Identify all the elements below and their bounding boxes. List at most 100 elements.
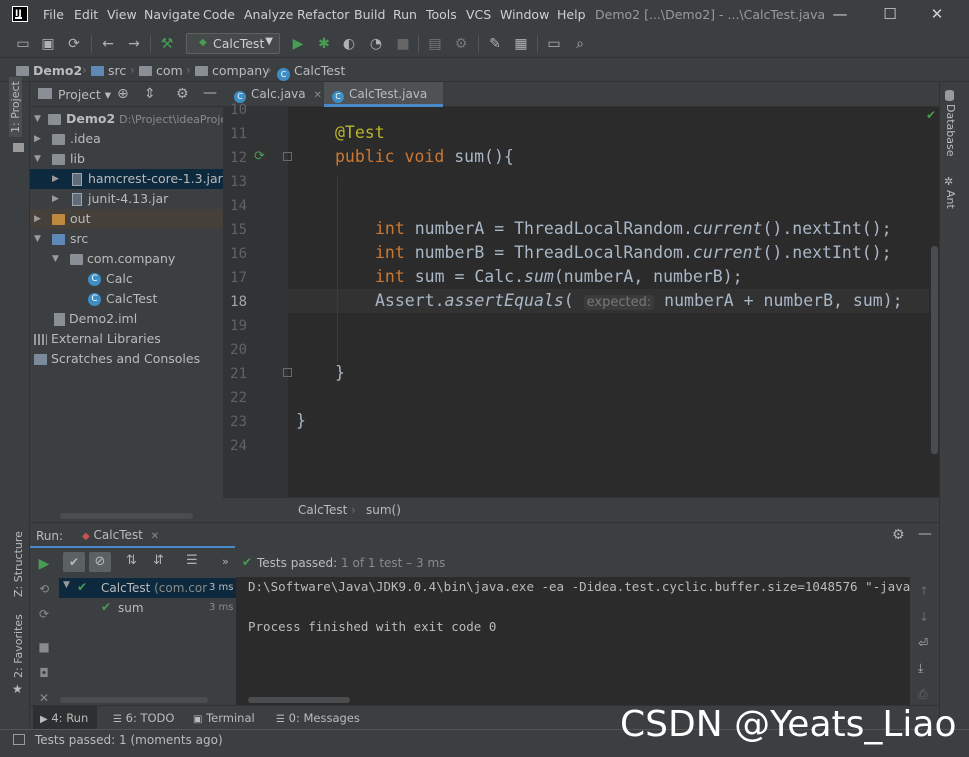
menu-tools[interactable]: Tools: [426, 7, 457, 22]
menu-code[interactable]: Code: [203, 7, 235, 22]
editor-crumb-method[interactable]: sum(): [366, 503, 401, 517]
tool-tab-ant[interactable]: Ant: [944, 190, 957, 209]
menu-navigate[interactable]: Navigate: [144, 7, 200, 22]
gear-icon[interactable]: ⚙: [176, 86, 189, 102]
collapse-all-icon[interactable]: ⇕: [144, 86, 156, 102]
console-output[interactable]: [236, 577, 910, 705]
profile-icon[interactable]: ◔: [366, 34, 386, 54]
rerun-failed-icon[interactable]: ⟲: [36, 582, 52, 598]
forward-icon[interactable]: →: [124, 34, 144, 54]
project-structure-icon[interactable]: ▦: [511, 34, 531, 54]
hide-panel-icon[interactable]: —: [918, 526, 932, 542]
tool-tab-favorites[interactable]: 2: Favorites: [12, 614, 25, 678]
presentation-icon[interactable]: ▭: [544, 34, 564, 54]
hide-panel-icon[interactable]: —: [203, 85, 217, 101]
sort-duration-icon[interactable]: ⇵: [153, 553, 164, 568]
tree-item-calc[interactable]: C Calc: [30, 269, 223, 289]
menu-file[interactable]: File: [43, 7, 64, 22]
back-icon[interactable]: ←: [98, 34, 118, 54]
tree-item-demo2-iml[interactable]: Demo2.iml: [30, 309, 223, 329]
sort-alpha-icon[interactable]: ⇅: [126, 553, 137, 568]
sync-icon[interactable]: ⟳: [64, 34, 84, 54]
tool-tab-todo[interactable]: ☰ 6: TODO: [113, 711, 174, 725]
run-config-selector[interactable]: ◆ CalcTest ▼: [186, 33, 280, 54]
tool-tab-database[interactable]: Database: [944, 104, 957, 157]
editor-crumb-class[interactable]: CalcTest: [298, 503, 347, 517]
build-hammer-icon[interactable]: ⚒: [157, 34, 177, 54]
menu-edit[interactable]: Edit: [74, 7, 98, 22]
tool-windows-toggle-icon[interactable]: [13, 734, 25, 745]
fold-marker-icon[interactable]: [283, 152, 292, 161]
menu-build[interactable]: Build: [354, 7, 385, 22]
soft-wrap-icon[interactable]: ⏎: [918, 636, 928, 650]
tool-tab-run[interactable]: ▶ 4: Run: [40, 711, 88, 725]
tab-calctest-java[interactable]: CCalcTest.java ✕: [324, 82, 443, 125]
stop-icon[interactable]: ■: [36, 640, 52, 656]
minimize-button[interactable]: —: [825, 3, 855, 25]
breadcrumb-src[interactable]: src: [91, 63, 126, 78]
menu-help[interactable]: Help: [557, 7, 586, 22]
tree-item-com-company[interactable]: ▼ com.company: [30, 249, 223, 269]
run-test-gutter-icon[interactable]: ⟳: [254, 149, 265, 164]
console-scrollbar[interactable]: [248, 697, 350, 703]
project-scrollbar[interactable]: [60, 513, 193, 519]
tree-item-scratches[interactable]: Scratches and Consoles: [30, 349, 223, 369]
search-icon[interactable]: ⌕: [570, 34, 590, 54]
test-row-calctest[interactable]: ▼ ✔ CalcTest (com.comp 3 ms: [59, 578, 236, 598]
close-icon[interactable]: ✕: [313, 90, 321, 101]
show-ignored-toggle[interactable]: ⊘: [89, 552, 111, 572]
open-folder-icon[interactable]: ▭: [13, 34, 33, 54]
vcs-update-icon[interactable]: ▤: [425, 34, 445, 54]
gear-icon[interactable]: ⚙: [892, 527, 905, 543]
status-message[interactable]: Tests passed: 1 (moments ago): [35, 733, 223, 747]
locate-target-icon[interactable]: ⊕: [117, 86, 129, 102]
tree-item-src[interactable]: ▼ src: [30, 229, 223, 249]
tree-item-idea[interactable]: ▶ .idea: [30, 129, 223, 149]
menu-analyze[interactable]: Analyze: [244, 7, 293, 22]
show-passed-toggle[interactable]: ✔: [63, 552, 85, 572]
tool-tab-terminal[interactable]: ▣ Terminal: [193, 711, 255, 725]
vcs-commit-icon[interactable]: ⚙: [451, 34, 471, 54]
run-icon[interactable]: ▶: [288, 34, 308, 54]
toggle-autotest-icon[interactable]: ⟳: [36, 607, 52, 623]
editor-scroll-thumb[interactable]: [931, 246, 938, 454]
breadcrumb-demo2[interactable]: Demo2: [16, 63, 82, 78]
print-icon[interactable]: ⎙: [918, 687, 928, 702]
menu-view[interactable]: View: [107, 7, 137, 22]
test-row-sum[interactable]: ✔ sum 3 ms: [59, 598, 236, 618]
debug-icon[interactable]: ✱: [314, 34, 334, 54]
settings-wrench-icon[interactable]: ✎: [485, 34, 505, 54]
close-button[interactable]: ✕: [922, 3, 952, 25]
coverage-icon[interactable]: ◐: [339, 34, 359, 54]
close-icon[interactable]: ✕: [151, 531, 159, 542]
save-all-icon[interactable]: ▣: [38, 34, 58, 54]
tree-item-calctest[interactable]: C CalcTest: [30, 289, 223, 309]
tool-tab-messages[interactable]: ☰ 0: Messages: [276, 711, 360, 725]
inspection-ok-icon[interactable]: ✔: [926, 108, 936, 122]
project-view-selector[interactable]: Project ▾: [58, 87, 111, 102]
scroll-down-icon[interactable]: ↓: [919, 610, 929, 624]
scroll-up-icon[interactable]: ↑: [919, 584, 929, 598]
tree-item-lib[interactable]: ▼ lib: [30, 149, 223, 169]
menu-refactor[interactable]: Refactor: [297, 7, 349, 22]
stop-icon[interactable]: ■: [393, 34, 413, 54]
breadcrumb-calctest[interactable]: C CalcTest: [277, 63, 345, 81]
tool-tab-project[interactable]: 1: Project: [9, 77, 22, 137]
fold-marker-icon[interactable]: [283, 368, 292, 377]
tree-item-hamcrest-jar[interactable]: ▶ hamcrest-core-1.3.jar: [30, 169, 223, 189]
breadcrumb-company[interactable]: company: [195, 63, 270, 78]
menu-window[interactable]: Window: [500, 7, 549, 22]
test-tree-scrollbar[interactable]: [60, 697, 208, 703]
tree-item-external-libraries[interactable]: External Libraries: [30, 329, 223, 349]
tree-item-out[interactable]: ▶ out: [30, 209, 223, 229]
tool-tab-structure[interactable]: Z: Structure: [12, 531, 25, 597]
maximize-button[interactable]: ☐: [875, 3, 905, 25]
camera-icon[interactable]: ◘: [36, 666, 52, 682]
breadcrumb-com[interactable]: com: [139, 63, 183, 78]
menu-vcs[interactable]: VCS: [466, 7, 491, 22]
rerun-icon[interactable]: ▶: [36, 556, 52, 572]
tree-item-junit-jar[interactable]: ▶ junit-4.13.jar: [30, 189, 223, 209]
scroll-to-end-icon[interactable]: ⤓: [918, 661, 923, 676]
menu-run[interactable]: Run: [393, 7, 417, 22]
run-config-tab[interactable]: ◆ CalcTest ✕: [82, 528, 159, 542]
